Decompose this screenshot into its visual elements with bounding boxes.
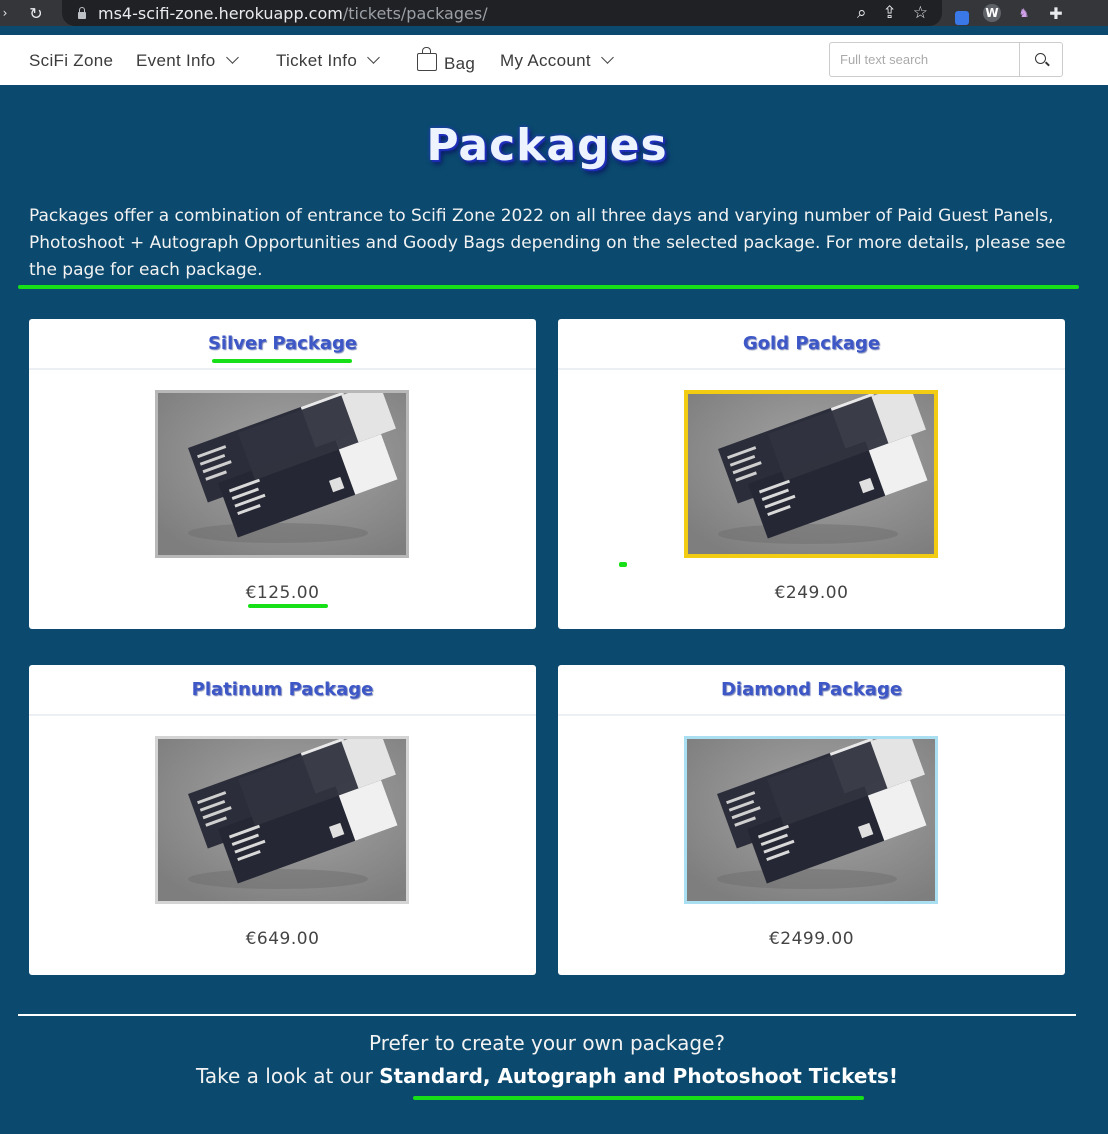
address-bar[interactable]: ms4-scifi-zone.herokuapp.com/tickets/pac… bbox=[62, 0, 942, 26]
standard-tickets-link[interactable]: Standard, Autograph and Photoshoot Ticke… bbox=[379, 1064, 898, 1088]
search-form bbox=[829, 42, 1064, 77]
package-price: €249.00 bbox=[774, 583, 849, 603]
cta-question: Prefer to create your own package? bbox=[368, 1031, 725, 1055]
chevron-down-icon bbox=[225, 51, 239, 64]
card-header: Platinum Package bbox=[29, 665, 536, 716]
package-price: €125.00 bbox=[245, 583, 320, 603]
site-navbar: SciFi Zone Event Info Ticket Info Bag My… bbox=[0, 35, 1108, 85]
bookmark-star-icon[interactable]: ☆ bbox=[913, 3, 928, 23]
page-title: Packages bbox=[426, 120, 668, 171]
zoom-icon[interactable]: ⌕ bbox=[857, 3, 867, 23]
package-title[interactable]: Diamond Package bbox=[721, 679, 902, 700]
package-title[interactable]: Silver Package bbox=[208, 333, 357, 354]
cta-line: Take a look at our Standard, Autograph a… bbox=[0, 1064, 1094, 1088]
nav-ticket-info[interactable]: Ticket Info bbox=[276, 51, 380, 71]
nav-event-info[interactable]: Event Info bbox=[136, 51, 239, 71]
package-card-diamond[interactable]: Diamond Package €2499.00 bbox=[558, 665, 1065, 975]
extensions-bar: W ♞ ✚ bbox=[955, 0, 1065, 26]
highlight-underline bbox=[413, 1096, 864, 1100]
package-card-platinum[interactable]: Platinum Package €649.00 bbox=[29, 665, 536, 975]
nav-ticket-info-label: Ticket Info bbox=[276, 51, 358, 70]
nav-event-info-label: Event Info bbox=[136, 51, 216, 70]
package-price: €649.00 bbox=[245, 929, 320, 949]
highlight-underline bbox=[248, 604, 328, 608]
url-host: ms4-scifi-zone.herokuapp.com bbox=[98, 3, 343, 23]
nav-bag-label: Bag bbox=[444, 54, 476, 73]
shopping-bag-icon bbox=[417, 47, 437, 71]
lock-icon bbox=[76, 7, 88, 19]
package-title[interactable]: Platinum Package bbox=[192, 679, 374, 700]
search-icon bbox=[1035, 53, 1046, 64]
chevron-down-icon bbox=[367, 51, 380, 64]
search-button[interactable] bbox=[1019, 42, 1063, 77]
package-image[interactable] bbox=[155, 736, 409, 904]
highlight-dot bbox=[619, 562, 627, 567]
package-card-gold[interactable]: Gold Package €249.00 bbox=[558, 319, 1065, 629]
url-path: /tickets/packages/ bbox=[342, 3, 488, 23]
nav-my-account[interactable]: My Account bbox=[500, 51, 614, 71]
package-image[interactable] bbox=[155, 390, 409, 558]
package-image[interactable] bbox=[684, 390, 938, 558]
section-divider bbox=[18, 1014, 1076, 1016]
w-extension-icon[interactable]: W bbox=[983, 4, 1001, 22]
package-image[interactable] bbox=[684, 736, 938, 904]
card-header: Gold Package bbox=[558, 319, 1065, 370]
nav-my-account-label: My Account bbox=[500, 51, 591, 70]
package-card-silver[interactable]: Silver Package €125.00 bbox=[29, 319, 536, 629]
unicorn-extension-icon[interactable]: ♞ bbox=[1015, 4, 1033, 22]
package-title[interactable]: Gold Package bbox=[743, 333, 880, 354]
puzzle-extensions-icon[interactable]: ✚ bbox=[1047, 4, 1065, 23]
chevron-down-icon bbox=[601, 51, 614, 64]
package-price: €2499.00 bbox=[768, 929, 855, 949]
card-header: Diamond Package bbox=[558, 665, 1065, 716]
eyedropper-extension-icon[interactable] bbox=[955, 11, 969, 25]
back-arrow-icon[interactable]: › bbox=[0, 6, 10, 20]
highlight-underline bbox=[18, 285, 1079, 289]
cta-prefix: Take a look at our bbox=[195, 1064, 373, 1088]
intro-text: Packages offer a combination of entrance… bbox=[29, 206, 1066, 280]
share-icon[interactable]: ⇪ bbox=[883, 3, 897, 23]
nav-bag[interactable]: Bag bbox=[417, 47, 476, 74]
search-input[interactable] bbox=[829, 42, 1019, 77]
nav-brand[interactable]: SciFi Zone bbox=[29, 51, 113, 71]
highlight-underline bbox=[212, 359, 352, 363]
reload-icon[interactable]: ↻ bbox=[24, 4, 48, 23]
